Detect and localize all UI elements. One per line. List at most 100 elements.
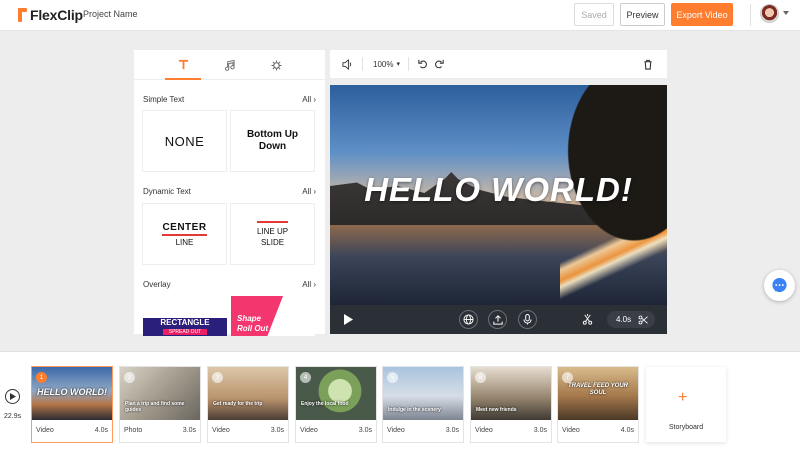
text-style-none[interactable]: NONE <box>143 111 226 171</box>
upload-icon <box>492 314 503 325</box>
clip-type: Video <box>562 427 580 434</box>
card-label: LINE UP SLIDE <box>256 220 289 248</box>
clip-duration: 3.0s <box>358 427 372 434</box>
clip-duration: 3.0s <box>533 427 547 434</box>
redo-button[interactable] <box>434 50 444 78</box>
chevron-down-icon[interactable] <box>783 11 789 15</box>
card-label: CENTER <box>162 222 207 236</box>
clip-number: 3 <box>212 372 223 383</box>
clip-type: Video <box>387 427 405 434</box>
text-icon <box>178 59 188 69</box>
split-icon <box>582 314 592 325</box>
section-title: Dynamic Text <box>143 187 191 196</box>
overlay-shape-roll-out[interactable]: Shape Roll Out <box>231 296 315 336</box>
card-label: Shape Roll Out <box>237 314 269 333</box>
split-button[interactable] <box>580 305 594 334</box>
chat-icon <box>772 277 787 293</box>
trash-icon <box>644 59 652 70</box>
timeline-clip[interactable]: Indulge in the scenery 5 Video 3.0s <box>383 367 463 442</box>
clip-number: 2 <box>124 372 135 383</box>
timeline-clip[interactable]: Meet new friends 6 Video 3.0s <box>471 367 551 442</box>
export-video-button[interactable]: Export Video <box>671 3 733 26</box>
delete-button[interactable] <box>643 50 653 78</box>
top-bar: FlexClip Project Name Saved Preview Expo… <box>0 0 800 31</box>
clip-number: 6 <box>475 372 486 383</box>
flexclip-logo-icon <box>18 8 28 22</box>
section-title: Simple Text <box>143 95 185 104</box>
see-all-link[interactable]: All › <box>302 187 316 196</box>
timeline-clip[interactable]: HELLO WORLD! 1 Video 4.0s <box>32 367 112 442</box>
globe-icon <box>463 314 474 325</box>
clip-duration: 4.0s <box>620 427 634 434</box>
play-icon <box>343 314 353 325</box>
card-label: NONE <box>164 133 205 149</box>
music-icon <box>224 59 235 71</box>
saved-button[interactable]: Saved <box>574 3 614 26</box>
volume-icon <box>342 58 352 70</box>
redo-icon <box>435 59 444 69</box>
upload-button[interactable] <box>488 310 507 329</box>
undo-button[interactable] <box>418 50 428 78</box>
overlay-rectangle[interactable]: RECTANGLE SPREAD OUT <box>143 296 227 336</box>
caret-down-icon: ▾ <box>396 61 400 68</box>
tab-music[interactable] <box>211 50 247 80</box>
clip-type: Photo <box>124 427 143 434</box>
preview-button[interactable]: Preview <box>620 3 665 26</box>
section-overlay: Overlay All › <box>143 280 316 289</box>
timeline-clip[interactable]: Enjoy the local food 4 Video 3.0s <box>296 367 376 442</box>
card-sublabel: SPREAD OUT <box>163 329 207 335</box>
text-panel: Simple Text All › Dynamic Text All › Ove… <box>134 50 325 334</box>
volume-button[interactable] <box>342 50 353 78</box>
storyboard-button[interactable]: + Storyboard <box>646 367 726 442</box>
timeline-clip[interactable]: Plan a trip and find some guides 2 Photo… <box>120 367 200 442</box>
clip-duration: 3.0s <box>445 427 459 434</box>
play-icon <box>9 393 16 400</box>
clip-type: Video <box>36 427 54 434</box>
logo-text: FlexClip <box>30 7 83 23</box>
text-style-bottom-up[interactable]: Bottom Up Down <box>231 111 314 171</box>
tab-effects[interactable] <box>258 50 294 80</box>
zoom-value: 100% <box>373 59 394 69</box>
effects-icon <box>270 59 282 71</box>
clip-number: 1 <box>36 372 47 383</box>
clip-duration-pill[interactable]: 4.0s <box>607 311 655 328</box>
timeline-clip[interactable]: TRAVEL FEED YOUR SOUL 7 Video 4.0s <box>558 367 638 442</box>
storyboard-label: Storyboard <box>668 424 704 431</box>
timeline-clip[interactable]: Get ready for the trip 3 Video 3.0s <box>208 367 288 442</box>
avatar[interactable] <box>760 4 779 23</box>
chat-support-button[interactable] <box>764 270 795 301</box>
video-preview[interactable]: HELLO WORLD! <box>330 85 667 305</box>
see-all-link[interactable]: All › <box>302 280 316 289</box>
video-toolbar: 100% ▾ <box>330 50 667 78</box>
text-style-center-line[interactable]: CENTER LINE <box>143 204 226 264</box>
card-label: LINE <box>175 237 194 247</box>
play-button[interactable] <box>340 305 356 334</box>
microphone-icon <box>523 314 532 325</box>
flexclip-logo[interactable]: FlexClip <box>18 6 83 24</box>
card-label: Bottom Up <box>246 129 299 140</box>
timeline: 22.9s HELLO WORLD! 1 Video 4.0s Plan a t… <box>0 351 800 450</box>
scissors-icon[interactable] <box>638 315 648 325</box>
timeline-play-button[interactable] <box>5 389 20 404</box>
project-name[interactable]: Project Name <box>83 9 138 19</box>
undo-icon <box>418 59 427 69</box>
text-style-line-up-slide[interactable]: LINE UP SLIDE <box>231 204 314 264</box>
preview-overlay-text[interactable]: HELLO WORLD! <box>330 171 667 209</box>
section-title: Overlay <box>143 280 171 289</box>
zoom-select[interactable]: 100% ▾ <box>373 50 400 78</box>
clip-number: 5 <box>387 372 398 383</box>
topbar-divider <box>750 4 751 26</box>
total-duration: 22.9s <box>4 413 22 420</box>
card-label: Down <box>258 141 287 152</box>
clip-duration: 3.0s <box>182 427 196 434</box>
clip-duration: 4.0s <box>94 427 108 434</box>
see-all-link[interactable]: All › <box>302 95 316 104</box>
card-label: RECTANGLE <box>160 318 210 327</box>
plus-icon: + <box>678 389 688 406</box>
language-button[interactable] <box>459 310 478 329</box>
section-dynamic-text: Dynamic Text All › <box>143 187 316 196</box>
record-voice-button[interactable] <box>518 310 537 329</box>
clip-duration: 3.0s <box>270 427 284 434</box>
tab-text[interactable] <box>165 50 201 80</box>
clip-type: Video <box>300 427 318 434</box>
